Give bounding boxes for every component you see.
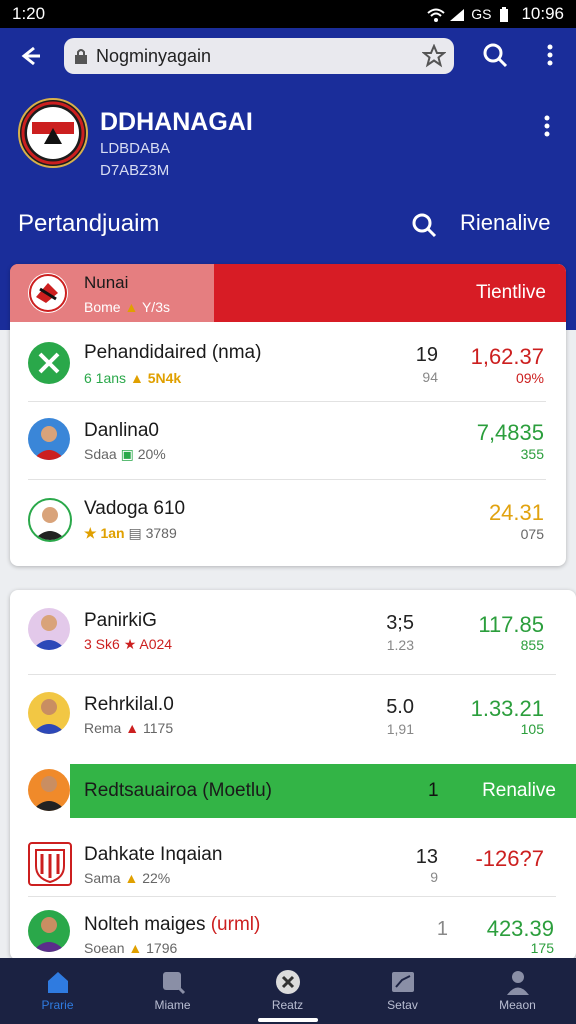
row-percent: 855 — [520, 637, 544, 653]
search-icon[interactable] — [480, 40, 510, 75]
home-icon — [44, 968, 72, 996]
highlight-count: 1 — [428, 780, 439, 801]
stats-icon — [389, 968, 417, 996]
avatar — [28, 498, 72, 542]
battery-icon — [499, 7, 513, 22]
row-value: 423.39 — [486, 916, 554, 941]
row-percent: 355 — [520, 446, 544, 462]
section-title: Pertandjuaim — [18, 210, 160, 237]
row-name[interactable]: Pehandidaired (nma) — [84, 342, 261, 364]
status-clock: 10:96 — [521, 4, 564, 23]
nav-profile[interactable]: Meaon — [460, 958, 575, 1024]
status-right: GS 10:96 — [427, 4, 564, 24]
url-text: Nogminyagain — [96, 46, 212, 66]
avatar — [28, 910, 70, 952]
row-name[interactable]: Nolteh maiges (urml) — [84, 914, 260, 936]
section-search-icon[interactable] — [410, 211, 438, 244]
bottom-navigation: Prarie Miame Reatz Setav Meaon — [0, 958, 576, 1024]
header-name: Nunai — [84, 273, 129, 292]
avatar — [28, 608, 70, 650]
nav-home[interactable]: Prarie — [0, 958, 115, 1024]
header-more-icon[interactable] — [536, 112, 558, 145]
row-name[interactable]: Vadoga 610 — [84, 498, 185, 520]
row-divider — [28, 674, 556, 675]
standings-card: PanirkiG 3 Sk6 ★ A024 3;5 1.23 117.85 85… — [10, 590, 576, 960]
team-subtitle: LDBDABA — [100, 140, 171, 157]
avatar — [28, 692, 70, 734]
club-crest — [28, 842, 72, 886]
row-sub: Soean ▲ 1796 — [84, 940, 178, 956]
nav-matches[interactable]: Reatz — [230, 958, 345, 1024]
profile-icon — [504, 968, 532, 996]
row-count-sub: 94 — [422, 369, 438, 385]
section-link[interactable]: Rienalive — [460, 210, 551, 236]
highlight-action[interactable]: Renalive — [482, 780, 556, 802]
wifi-icon — [427, 7, 445, 22]
avatar — [28, 342, 70, 384]
live-highlight-row[interactable]: Redtsauairoa (Moetlu) 1 Renalive — [10, 764, 576, 818]
nav-search[interactable]: Miame — [115, 958, 230, 1024]
team-subtitle-2: D7ABZ3M — [100, 162, 170, 179]
row-percent: 105 — [520, 721, 544, 737]
avatar — [28, 418, 70, 460]
row-sub: Rema ▲ 1175 — [84, 720, 174, 736]
row-divider — [28, 896, 556, 897]
live-action-label[interactable]: Tientlive — [476, 282, 546, 304]
row-count-sub: 1.23 — [386, 637, 414, 653]
lock-icon — [74, 47, 88, 70]
row-count: 3;5 — [386, 612, 414, 634]
row-count: 5.0 — [386, 696, 414, 718]
overflow-menu-icon[interactable] — [538, 40, 562, 75]
row-value: 7,4835 — [476, 420, 544, 445]
browser-toolbar: Nogminyagain — [0, 28, 576, 84]
row-value: 1,62.37 — [470, 344, 544, 369]
row-value: -126?7 — [475, 846, 544, 871]
home-indicator — [258, 1018, 318, 1022]
bookmark-star-icon[interactable] — [421, 43, 447, 73]
row-divider — [28, 401, 546, 402]
row-name[interactable]: Danlina0 — [84, 420, 159, 442]
row-count: 1 — [436, 918, 448, 940]
row-count: 19 — [415, 344, 438, 366]
nav-stats[interactable]: Setav — [345, 958, 460, 1024]
live-header-row[interactable]: Nunai Bome ▲ Y/3s Tientlive — [10, 264, 566, 322]
address-bar[interactable]: Nogminyagain — [64, 38, 454, 74]
team-logo — [18, 98, 88, 168]
row-sub: 6 1ans ▲ 5N4k — [84, 370, 182, 386]
row-percent: 075 — [520, 526, 544, 542]
row-value: 117.85 — [478, 612, 544, 637]
row-count-sub: 1,91 — [386, 721, 414, 737]
status-time: 1:20 — [12, 4, 46, 23]
avatar — [28, 769, 70, 811]
row-percent: 175 — [530, 940, 554, 956]
row-percent: 09% — [515, 370, 544, 386]
status-bar: 1:20 GS 10:96 — [0, 0, 576, 28]
signal-icon — [449, 7, 465, 21]
matches-card: Nunai Bome ▲ Y/3s Tientlive Pehandidaire… — [10, 264, 566, 566]
row-count: 13 — [415, 846, 438, 868]
team-name: DDHANAGAI — [100, 108, 253, 136]
row-divider — [28, 479, 546, 480]
highlight-name: Redtsauairoa (Moetlu) — [84, 780, 272, 801]
header-avatar — [28, 273, 68, 313]
back-arrow-icon[interactable] — [14, 40, 46, 72]
row-sub: Sdaa ▣ 20% — [84, 446, 166, 462]
row-count-sub: 9 — [430, 869, 438, 885]
row-name[interactable]: Dahkate Inqaian — [84, 844, 222, 866]
row-value: 1.33.21 — [470, 696, 544, 721]
row-sub: Sama ▲ 22% — [84, 870, 171, 886]
search-icon — [159, 968, 187, 996]
row-sub: ★ 1an ▤ 3789 — [84, 525, 177, 541]
row-name[interactable]: Rehrkilal.0 — [84, 694, 174, 716]
network-label: GS — [471, 6, 492, 22]
header-sub: Bome ▲ Y/3s — [84, 299, 170, 315]
row-value: 24.31 — [488, 500, 544, 525]
row-name[interactable]: PanirkiG — [84, 610, 157, 632]
row-sub: 3 Sk6 ★ A024 — [84, 636, 173, 652]
soccer-ball-icon — [274, 968, 302, 996]
